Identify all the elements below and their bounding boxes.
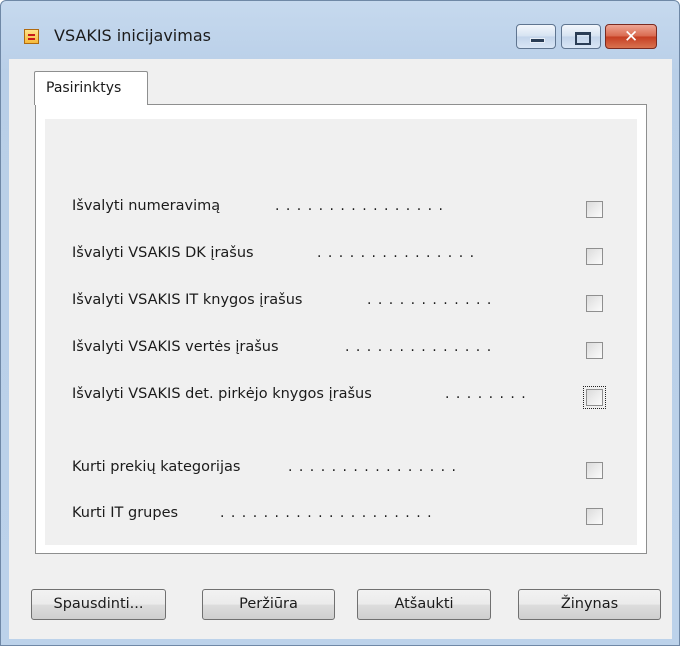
- option-label-create-item-categories: Kurti prekių kategorijas: [72, 459, 241, 475]
- leader-dots: . . . . . . . . . . . . . . .: [317, 245, 476, 261]
- maximize-button[interactable]: [561, 24, 601, 49]
- checkbox-clear-value-entries[interactable]: [586, 342, 603, 359]
- checkbox-create-item-categories[interactable]: [586, 462, 603, 479]
- tab-panel: Išvalyti numeravimą . . . . . . . . . . …: [35, 104, 647, 554]
- leader-dots: . . . . . . . . . . . . . . . .: [275, 198, 444, 214]
- option-label-clear-dk-entries: Išvalyti VSAKIS DK įrašus: [72, 245, 254, 261]
- option-label-clear-value-entries: Išvalyti VSAKIS vertės įrašus: [72, 339, 279, 355]
- app-icon[interactable]: [24, 29, 39, 44]
- options-group: Išvalyti numeravimą . . . . . . . . . . …: [45, 119, 637, 545]
- option-label-clear-buyer-book-entries: Išvalyti VSAKIS det. pirkėjo knygos įraš…: [72, 386, 372, 402]
- help-button[interactable]: Žinynas: [518, 589, 661, 620]
- minimize-icon: [530, 38, 545, 43]
- leader-dots: . . . . . . . . . . . . . .: [345, 339, 493, 355]
- checkbox-clear-it-book-entries[interactable]: [586, 295, 603, 312]
- option-label-create-it-groups: Kurti IT grupes: [72, 505, 179, 521]
- close-button[interactable]: ✕: [605, 24, 657, 49]
- maximize-icon: [575, 32, 591, 45]
- close-icon: ✕: [624, 27, 639, 47]
- print-button[interactable]: Spausdinti...: [31, 589, 166, 620]
- dialog-window: VSAKIS inicijavimas ✕ Pasirinktys Išvaly…: [0, 0, 680, 646]
- cancel-button[interactable]: Atšaukti: [357, 589, 491, 620]
- tab-pasirinktys[interactable]: Pasirinktys: [34, 71, 148, 105]
- dialog-client-area: Pasirinktys Išvalyti numeravimą . . . . …: [9, 59, 672, 639]
- tab-label: Pasirinktys: [46, 80, 122, 96]
- window-title: VSAKIS inicijavimas: [54, 26, 211, 45]
- leader-dots: . . . . . . . .: [445, 386, 527, 402]
- checkbox-clear-numbering[interactable]: [586, 201, 603, 218]
- checkbox-create-it-groups[interactable]: [586, 508, 603, 525]
- checkbox-clear-dk-entries[interactable]: [586, 248, 603, 265]
- preview-button[interactable]: Peržiūra: [202, 589, 335, 620]
- minimize-button[interactable]: [516, 24, 556, 49]
- checkbox-clear-buyer-book-entries[interactable]: [583, 386, 606, 409]
- title-bar[interactable]: VSAKIS inicijavimas ✕: [1, 1, 679, 59]
- option-label-clear-numbering: Išvalyti numeravimą: [72, 198, 221, 214]
- leader-dots: . . . . . . . . . . . . . . . . . . . .: [220, 505, 433, 521]
- option-label-clear-it-book-entries: Išvalyti VSAKIS IT knygos įrašus: [72, 292, 303, 308]
- leader-dots: . . . . . . . . . . . .: [367, 292, 493, 308]
- leader-dots: . . . . . . . . . . . . . . . .: [288, 459, 457, 475]
